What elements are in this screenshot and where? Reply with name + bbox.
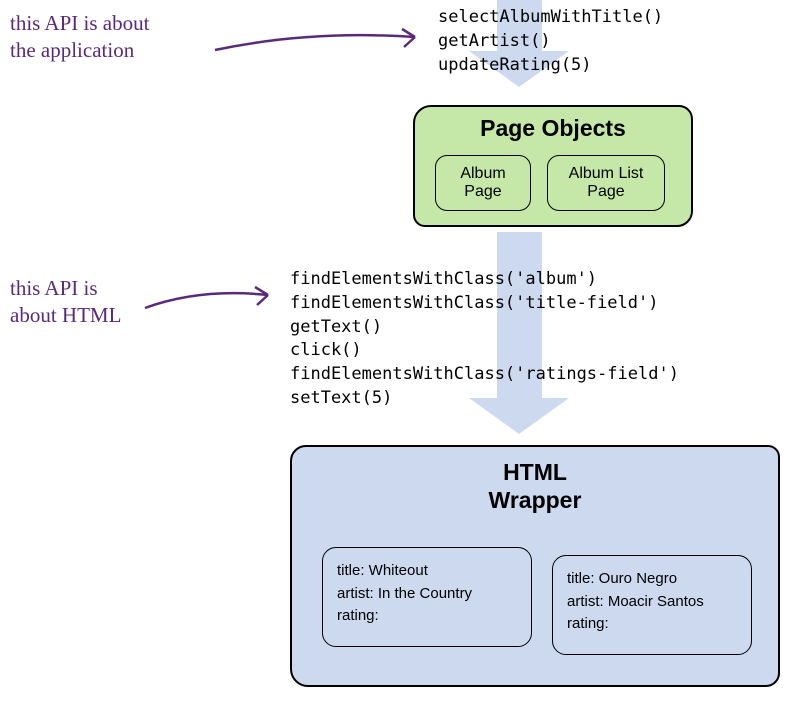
code-line: findElementsWithClass('album') [290, 268, 679, 292]
code-line: getArtist() [438, 30, 663, 54]
annotation-api-application: this API is about the application [10, 10, 149, 65]
code-line: findElementsWithClass('ratings-field') [290, 363, 679, 387]
api-html-code: findElementsWithClass('album') findEleme… [290, 268, 679, 411]
html-item-whiteout: title: Whiteout artist: In the Country r… [322, 547, 532, 647]
api-application-code: selectAlbumWithTitle() getArtist() updat… [438, 6, 663, 77]
code-line: selectAlbumWithTitle() [438, 6, 663, 30]
html-wrapper-title: HTML Wrapper [292, 459, 778, 514]
curve-arrow-middle [140, 283, 280, 323]
annotation-api-html: this API is about HTML [10, 275, 121, 330]
html-wrapper-box: HTML Wrapper title: Whiteout artist: In … [290, 445, 780, 687]
code-line: getText() [290, 316, 679, 340]
code-line: click() [290, 339, 679, 363]
page-object-item-album: Album Page [435, 155, 531, 211]
page-objects-title: Page Objects [415, 115, 691, 142]
code-line: findElementsWithClass('title-field') [290, 292, 679, 316]
code-line: updateRating(5) [438, 54, 663, 78]
html-item-ouro-negro: title: Ouro Negro artist: Moacir Santos … [552, 555, 752, 655]
code-line: setText(5) [290, 387, 679, 411]
curve-arrow-top [210, 25, 430, 65]
page-object-item-album-list: Album List Page [547, 155, 665, 211]
page-objects-box: Page Objects Album Page Album List Page [413, 105, 693, 227]
